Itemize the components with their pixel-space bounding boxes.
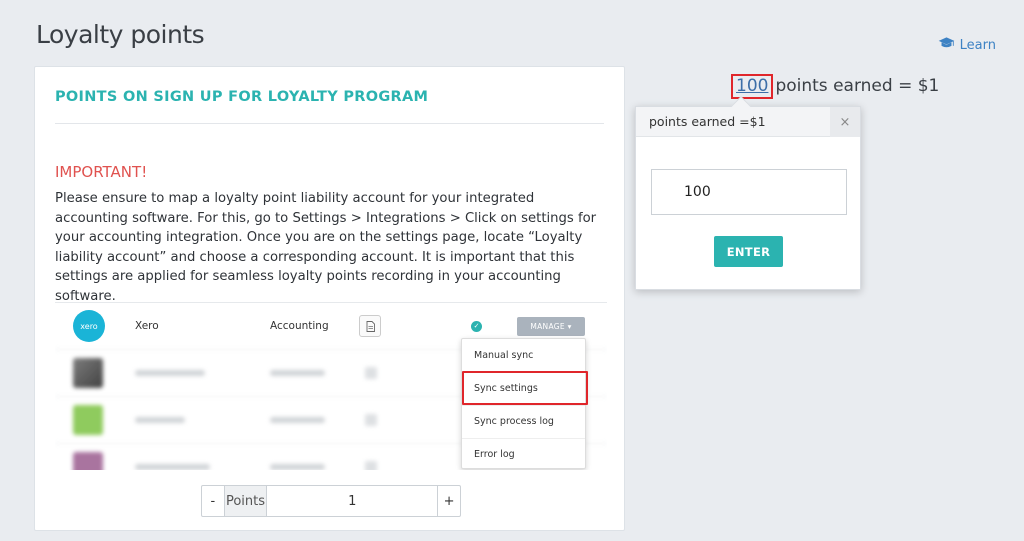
blurred-text <box>135 370 205 376</box>
blurred-text <box>270 417 325 423</box>
blurred-logo <box>73 452 103 470</box>
manage-dropdown-menu: Manual sync Sync settings Sync process l… <box>461 338 588 470</box>
blurred-button <box>365 367 377 379</box>
loyalty-card: POINTS ON SIGN UP FOR LOYALTY PROGRAM IM… <box>34 66 625 531</box>
graduation-cap-icon <box>938 36 955 54</box>
decrement-button[interactable]: - <box>202 486 225 516</box>
blurred-logo <box>73 358 103 388</box>
blurred-text <box>135 417 185 423</box>
integration-category: Accounting <box>270 320 329 332</box>
earned-value-link[interactable]: 100 <box>736 76 768 96</box>
points-earned-line: 100 points earned = $1 <box>731 74 939 99</box>
page-title: Loyalty points <box>36 20 205 49</box>
blurred-button <box>365 414 377 426</box>
menu-item-manual-sync: Manual sync <box>474 349 534 361</box>
card-title: POINTS ON SIGN UP FOR LOYALTY PROGRAM <box>55 89 429 105</box>
menu-item-error-log: Error log <box>462 438 585 470</box>
close-icon[interactable]: × <box>830 107 860 137</box>
document-icon <box>359 315 381 337</box>
points-label: Points <box>224 486 268 516</box>
increment-button[interactable]: + <box>437 486 460 516</box>
learn-link[interactable]: Learn <box>938 36 996 54</box>
popover-header: points earned =$1 <box>636 107 860 137</box>
integration-screenshot: xero Xero Accounting ✓ MANAGE ▾ Manual s… <box>55 302 607 470</box>
menu-item-sync-process-log: Sync process log <box>462 405 585 437</box>
blurred-button <box>365 461 377 470</box>
blurred-text <box>270 370 325 376</box>
blurred-text <box>135 464 210 470</box>
earned-suffix: points earned = $1 <box>775 76 940 96</box>
xero-logo: xero <box>73 310 105 342</box>
sync-settings-highlight <box>462 371 588 405</box>
blurred-logo <box>73 405 103 435</box>
manage-button: MANAGE ▾ <box>517 316 585 336</box>
divider <box>55 123 604 124</box>
learn-label: Learn <box>959 37 996 53</box>
check-icon: ✓ <box>471 320 482 332</box>
points-input[interactable] <box>267 486 438 516</box>
integration-name: Xero <box>135 320 159 332</box>
important-label: IMPORTANT! <box>55 163 148 181</box>
earned-value-highlight: 100 <box>731 74 774 99</box>
blurred-text <box>270 464 325 470</box>
instructions-text: Please ensure to map a loyalty point lia… <box>55 191 597 304</box>
enter-button[interactable]: ENTER <box>714 236 783 267</box>
edit-points-popover: points earned =$1 × ENTER <box>635 106 861 290</box>
points-value-input[interactable] <box>651 169 847 215</box>
points-stepper: - Points + <box>201 485 461 517</box>
